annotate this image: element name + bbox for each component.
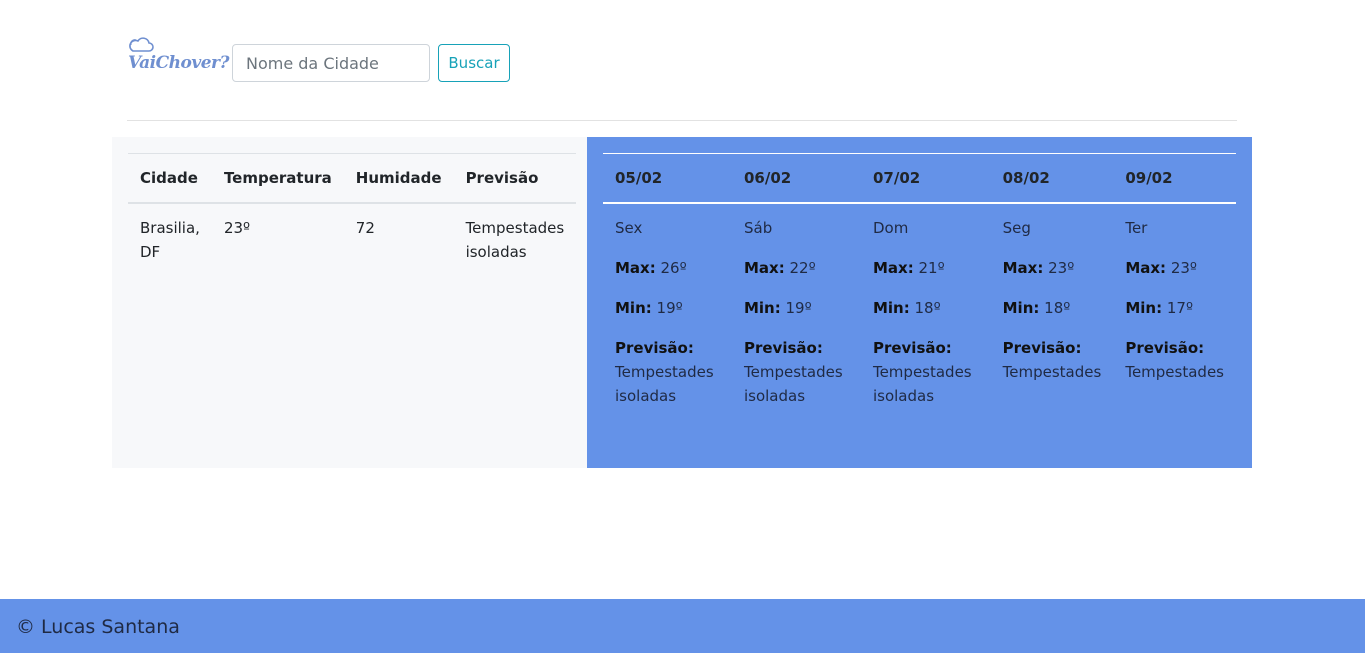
max-temp: Max: 26º: [615, 256, 720, 280]
table-row: Brasilia, DF 23º 72 Tempestades isoladas: [128, 203, 576, 276]
forecast-panel: 05/02 06/02 07/02 08/02 09/02 Sex Max: 2…: [587, 137, 1252, 468]
previsao-label: Previsão:: [1002, 339, 1082, 357]
max-label: Max:: [872, 259, 914, 277]
forecast-header-row: 05/02 06/02 07/02 08/02 09/02: [603, 153, 1236, 203]
min-temp: Min: 17º: [1125, 296, 1224, 320]
min-label: Min:: [743, 299, 781, 317]
max-temp: Max: 21º: [873, 256, 979, 280]
condition-line: isoladas: [743, 387, 806, 405]
max-value: 21º: [918, 259, 945, 277]
condition-line: Tempestades: [1125, 363, 1224, 381]
logo[interactable]: VaiChover?: [127, 34, 229, 78]
condition: Previsão: Tempestades isoladas: [615, 336, 720, 408]
weekday: Sáb: [743, 219, 773, 237]
header-previsao: Previsão: [465, 169, 539, 187]
footer: © Lucas Santana: [0, 599, 1365, 653]
footer-text: © Lucas Santana: [16, 616, 180, 638]
weekday: Seg: [1002, 219, 1031, 237]
min-value: 18º: [914, 299, 941, 317]
min-value: 17º: [1166, 299, 1194, 317]
max-value: 22º: [789, 259, 816, 277]
header-humidade: Humidade: [355, 169, 442, 187]
condition-line: isoladas: [872, 387, 935, 405]
forecast-row: Sex Max: 26º Min: 19º Previsão: Tempestad…: [603, 203, 1236, 420]
previsao-label: Previsão:: [743, 339, 823, 357]
max-label: Max:: [615, 259, 656, 277]
table-header-row: Cidade Temperatura Humidade Previsão: [128, 153, 577, 203]
forecast-day: Ter Max: 23º Min: 17º Previsão: Tempestad…: [1113, 203, 1236, 420]
current-weather-panel: Cidade Temperatura Humidade Previsão Bra…: [112, 137, 587, 468]
forecast-date: 05/02: [615, 169, 663, 187]
previsao-label: Previsão:: [1125, 339, 1205, 357]
min-label: Min:: [1002, 299, 1040, 317]
cidade-line: Brasilia,: [140, 219, 200, 237]
search-input[interactable]: [232, 44, 430, 82]
condition-line: Tempestades: [615, 363, 714, 381]
min-label: Min:: [872, 299, 910, 317]
max-label: Max:: [1125, 259, 1167, 277]
max-label: Max:: [743, 259, 785, 277]
condition: Previsão: Tempestades isoladas: [873, 336, 979, 408]
header-temperatura: Temperatura: [223, 169, 332, 187]
header: VaiChover? Buscar: [127, 34, 1237, 121]
max-value: 23º: [1048, 259, 1075, 277]
forecast-day: Dom Max: 21º Min: 18º Previsão: Tempestad…: [861, 203, 991, 420]
min-value: 18º: [1044, 299, 1071, 317]
current-weather-table: Cidade Temperatura Humidade Previsão Bra…: [128, 153, 577, 276]
forecast-table: 05/02 06/02 07/02 08/02 09/02 Sex Max: 2…: [603, 153, 1236, 420]
forecast-day: Seg Max: 23º Min: 18º Previsão: Tempestad…: [991, 203, 1114, 420]
previsao-label: Previsão:: [872, 339, 952, 357]
header-cidade: Cidade: [140, 169, 198, 187]
cell-previsao: Tempestades isoladas: [454, 203, 577, 276]
condition-line: Tempestades: [872, 363, 972, 381]
min-value: 19º: [656, 299, 683, 317]
forecast-date: 09/02: [1125, 169, 1173, 187]
condition: Previsão: Tempestades: [1003, 336, 1102, 384]
min-temp: Min: 18º: [1003, 296, 1102, 320]
cell-temperatura: 23º: [223, 219, 251, 237]
weekday: Dom: [872, 219, 909, 237]
weekday: Sex: [615, 219, 643, 237]
cidade-line: DF: [140, 243, 161, 261]
forecast-day: Sáb Max: 22º Min: 19º Previsão: Tempestad…: [732, 203, 861, 420]
max-temp: Max: 23º: [1125, 256, 1224, 280]
max-temp: Max: 23º: [1003, 256, 1102, 280]
min-label: Min:: [1125, 299, 1163, 317]
min-label: Min:: [615, 299, 652, 317]
forecast-day: Sex Max: 26º Min: 19º Previsão: Tempestad…: [603, 203, 732, 420]
condition: Previsão: Tempestades: [1125, 336, 1224, 384]
cell-cidade: Brasilia, DF: [128, 203, 212, 276]
condition: Previsão: Tempestades isoladas: [744, 336, 849, 408]
previsao-label: Previsão:: [615, 339, 694, 357]
forecast-date: 07/02: [872, 169, 921, 187]
min-temp: Min: 19º: [744, 296, 849, 320]
condition-line: Tempestades: [743, 363, 843, 381]
condition-line: Tempestades: [1002, 363, 1102, 381]
search-button[interactable]: Buscar: [438, 44, 510, 82]
max-value: 26º: [660, 259, 687, 277]
max-value: 23º: [1170, 259, 1197, 277]
max-label: Max:: [1002, 259, 1044, 277]
weekday: Ter: [1125, 219, 1148, 237]
logo-text: VaiChover?: [128, 53, 229, 73]
forecast-date: 08/02: [1002, 169, 1050, 187]
previsao-line: isoladas: [465, 243, 527, 261]
min-value: 19º: [785, 299, 812, 317]
condition-line: isoladas: [615, 387, 677, 405]
cell-humidade: 72: [355, 219, 375, 237]
min-temp: Min: 19º: [615, 296, 720, 320]
previsao-line: Tempestades: [465, 219, 565, 237]
max-temp: Max: 22º: [744, 256, 849, 280]
min-temp: Min: 18º: [873, 296, 979, 320]
forecast-date: 06/02: [743, 169, 792, 187]
